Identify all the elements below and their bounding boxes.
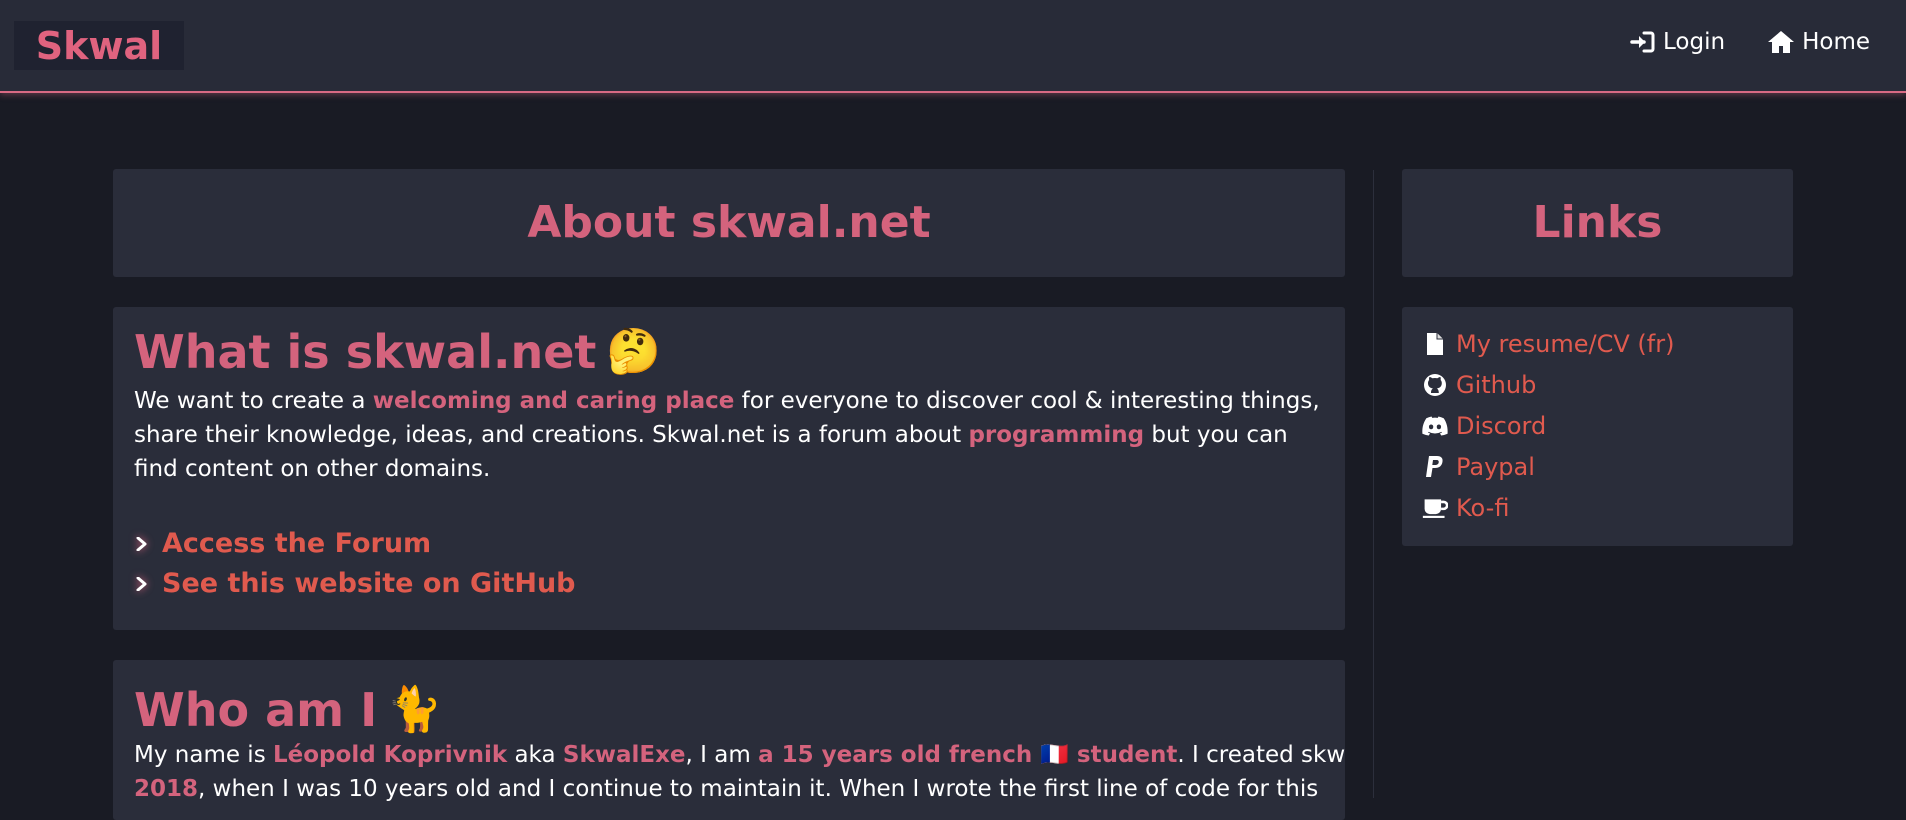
coffee-icon xyxy=(1422,496,1448,520)
who-am-i-title: Who am I xyxy=(134,683,378,737)
paypal-icon xyxy=(1422,455,1448,479)
page-title: About skwal.net xyxy=(527,197,931,248)
list-item: Access the Forum xyxy=(134,524,1324,564)
resume-link[interactable]: My resume/CV (fr) xyxy=(1456,330,1674,358)
links-title-panel: Links xyxy=(1402,169,1793,277)
file-icon xyxy=(1422,332,1448,356)
column-divider xyxy=(1373,170,1374,798)
paypal-link[interactable]: Paypal xyxy=(1456,453,1535,481)
nav-home-label: Home xyxy=(1802,29,1870,55)
kofi-link[interactable]: Ko-fi xyxy=(1456,494,1509,522)
sidebar-link-paypal: Paypal xyxy=(1422,446,1773,487)
list-item: See this website on GitHub xyxy=(134,564,1324,604)
nav-home-link[interactable]: Home xyxy=(1767,29,1870,55)
highlight-text: a 15 years old french 🇫🇷 student xyxy=(758,741,1178,768)
brand-logo[interactable]: Skwal xyxy=(14,21,184,70)
text-segment: My name is xyxy=(134,741,273,768)
who-am-i-heading: Who am I 🐈 xyxy=(134,685,1324,736)
login-icon xyxy=(1630,30,1656,54)
what-is-panel: What is skwal.net 🤔 We want to create a … xyxy=(113,307,1345,630)
links-panel: My resume/CV (fr) Github Discord Paypal … xyxy=(1402,307,1793,546)
who-am-i-panel: Who am I 🐈 My name is Léopold Koprivnik … xyxy=(113,660,1345,820)
about-title-panel: About skwal.net xyxy=(113,169,1345,277)
links-title: Links xyxy=(1532,197,1663,248)
what-is-description: We want to create a welcoming and caring… xyxy=(134,384,1324,486)
nav-login-label: Login xyxy=(1663,29,1726,55)
access-forum-link[interactable]: Access the Forum xyxy=(162,528,431,559)
cat-emoji-icon: 🐈 xyxy=(387,684,443,736)
highlight-text: SkwalExe xyxy=(562,741,686,768)
text-segment: . I created skwal.net in xyxy=(1177,741,1345,768)
chevron-right-icon xyxy=(134,576,150,592)
who-am-i-description-continued: 2018, when I was 10 years old and I cont… xyxy=(134,772,1324,806)
sidebar-link-github: Github xyxy=(1422,364,1773,405)
who-am-i-description: My name is Léopold Koprivnik aka SkwalEx… xyxy=(134,738,1345,772)
what-is-heading: What is skwal.net 🤔 xyxy=(134,327,1324,378)
text-segment: , I am xyxy=(685,741,759,768)
top-navbar: Skwal Login Home xyxy=(0,0,1906,93)
what-is-links: Access the Forum See this website on Git… xyxy=(134,524,1324,604)
sidebar-link-resume: My resume/CV (fr) xyxy=(1422,323,1773,364)
text-segment: aka xyxy=(507,741,563,768)
nav-links: Login Home xyxy=(1630,29,1870,55)
nav-login-link[interactable]: Login xyxy=(1630,29,1725,55)
highlight-text: welcoming and caring place xyxy=(372,387,735,414)
github-icon xyxy=(1422,373,1448,397)
discord-icon xyxy=(1422,415,1448,437)
sidebar-link-kofi: Ko-fi xyxy=(1422,487,1773,528)
highlight-text: programming xyxy=(968,421,1145,448)
home-icon xyxy=(1767,29,1795,55)
highlight-text: Léopold Koprivnik xyxy=(273,741,508,768)
discord-link[interactable]: Discord xyxy=(1456,412,1546,440)
sidebar-link-discord: Discord xyxy=(1422,405,1773,446)
chevron-right-icon xyxy=(134,536,150,552)
text-segment: We want to create a xyxy=(134,387,373,414)
github-website-link[interactable]: See this website on GitHub xyxy=(162,568,576,599)
thinking-emoji-icon: 🤔 xyxy=(606,326,662,378)
what-is-title: What is skwal.net xyxy=(134,325,597,379)
github-link[interactable]: Github xyxy=(1456,371,1536,399)
